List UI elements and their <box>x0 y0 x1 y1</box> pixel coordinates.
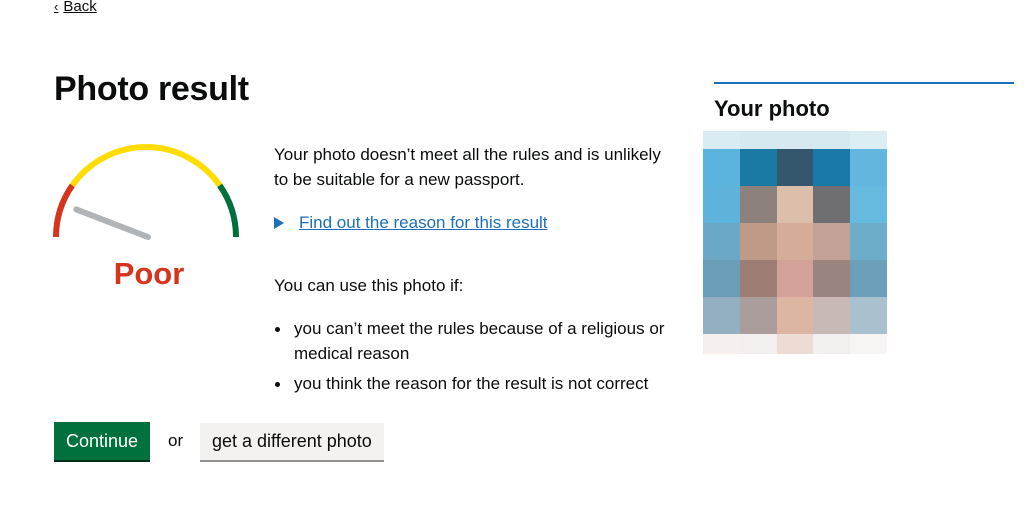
reasons-list: you can’t meet the rules because of a re… <box>274 316 694 401</box>
triangle-right-icon <box>274 217 284 229</box>
reason-text: you think the reason for the result is n… <box>294 374 649 393</box>
photo-pixel <box>850 297 887 334</box>
photo-pixel <box>813 334 851 354</box>
page-title: Photo result <box>54 70 249 108</box>
gauge-arc-high <box>217 183 239 238</box>
chevron-left-icon: ‹ <box>54 0 59 14</box>
photo-pixel <box>813 149 851 186</box>
user-photo <box>703 131 887 354</box>
photo-pixel <box>776 334 814 354</box>
photo-pixel <box>850 131 887 149</box>
back-link[interactable]: ‹ Back <box>54 0 97 15</box>
gauge-arc-low <box>53 183 75 238</box>
list-item: you think the reason for the result is n… <box>274 371 694 396</box>
gauge-rating-label: Poor <box>113 256 185 291</box>
list-item: you can’t meet the rules because of a re… <box>274 316 694 366</box>
photo-pixel <box>703 131 740 149</box>
photo-pixel <box>776 131 814 149</box>
photo-pixel <box>850 186 887 223</box>
photo-pixel <box>703 149 740 186</box>
photo-pixel <box>813 260 851 297</box>
photo-pixel <box>739 186 777 223</box>
photo-pixel <box>813 223 851 260</box>
reason-text: you can’t meet the rules because of a re… <box>294 319 665 363</box>
use-photo-intro: You can use this photo if: <box>274 276 464 295</box>
photo-pixel <box>776 149 814 186</box>
back-link-label: Back <box>63 0 97 15</box>
photo-pixel <box>813 186 851 223</box>
photo-pixel <box>703 186 740 223</box>
photo-pixel <box>703 223 740 260</box>
photo-pixel <box>776 297 814 334</box>
result-message: Your photo doesn’t meet all the rules an… <box>274 145 661 189</box>
photo-pixel <box>776 223 814 260</box>
aside-divider <box>714 82 1014 84</box>
photo-pixel <box>739 260 777 297</box>
photo-pixel <box>850 334 887 354</box>
photo-pixel <box>739 334 777 354</box>
gauge-needle <box>73 206 151 240</box>
photo-pixel <box>776 260 814 297</box>
photo-pixel <box>703 334 740 354</box>
get-different-photo-button[interactable]: get a different photo <box>200 423 384 460</box>
details-toggle[interactable]: Find out the reason for this result <box>274 213 548 233</box>
photo-pixel <box>776 186 814 223</box>
photo-pixel <box>703 260 740 297</box>
photo-pixel <box>850 223 887 260</box>
gauge-arc-mid <box>69 144 223 188</box>
photo-pixel <box>703 297 740 334</box>
photo-pixel <box>739 131 777 149</box>
photo-pixel <box>739 149 777 186</box>
bullet-icon <box>275 382 280 387</box>
photo-pixel <box>813 131 851 149</box>
aside-heading: Your photo <box>714 96 830 121</box>
or-separator: or <box>168 431 184 450</box>
bullet-icon <box>275 327 280 332</box>
continue-button[interactable]: Continue <box>54 422 151 460</box>
result-gauge <box>53 144 239 240</box>
photo-pixel <box>739 223 777 260</box>
photo-pixel <box>850 260 887 297</box>
photo-pixel <box>739 297 777 334</box>
photo-pixel <box>813 297 851 334</box>
details-summary-link[interactable]: Find out the reason for this result <box>299 213 548 233</box>
photo-pixel <box>850 149 887 186</box>
